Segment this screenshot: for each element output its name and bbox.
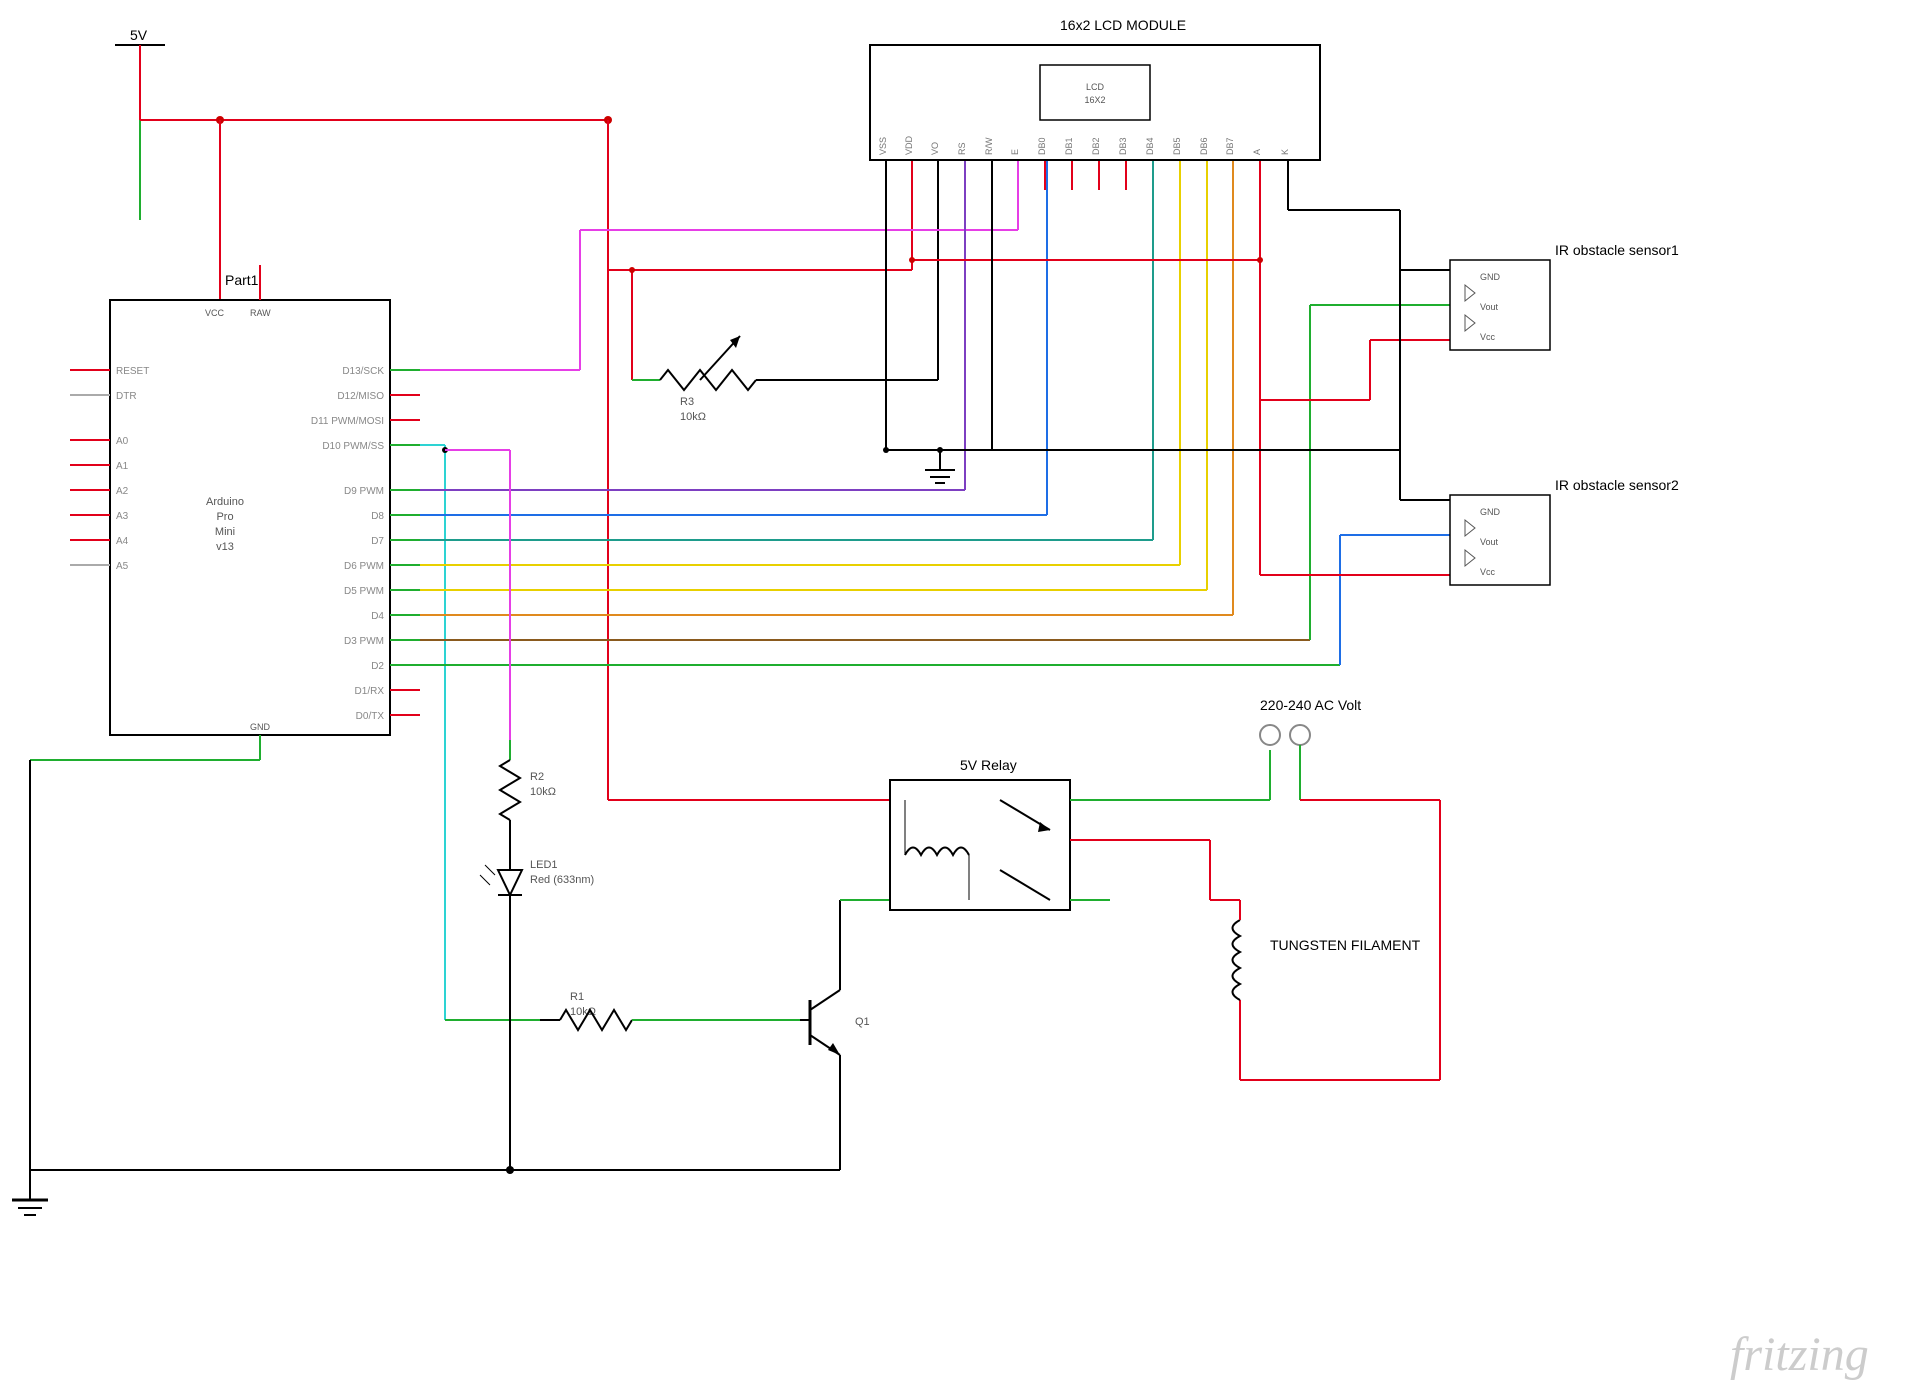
ir2-title: IR obstacle sensor2 [1555,477,1679,493]
svg-text:A4: A4 [116,536,129,547]
svg-text:D11 PWM/MOSI: D11 PWM/MOSI [311,416,384,427]
r3-pot: R3 10kΩ [632,336,770,423]
svg-text:A0: A0 [116,436,129,447]
svg-text:D5 PWM: D5 PWM [344,586,384,597]
ir2-vout: Vout [1480,537,1499,547]
svg-text:Red (633nm): Red (633nm) [530,874,594,886]
label-5v: 5V [130,27,148,43]
svg-text:D9 PWM: D9 PWM [344,486,384,497]
svg-text:D4: D4 [371,611,384,622]
ir1-gnd: GND [1480,272,1501,282]
svg-text:A3: A3 [116,511,129,522]
svg-text:R1: R1 [570,991,584,1003]
svg-text:D8: D8 [371,511,384,522]
svg-text:D13/SCK: D13/SCK [342,366,384,377]
svg-text:DB6: DB6 [1199,137,1209,155]
svg-text:A: A [1252,149,1262,155]
svg-text:VO: VO [930,142,940,155]
ir1-title: IR obstacle sensor1 [1555,242,1679,258]
r1-q1: R1 10kΩ Q1 [540,900,890,1170]
ac-label: 220-240 AC Volt [1260,697,1361,713]
svg-text:DB1: DB1 [1064,137,1074,155]
filament-label: TUNGSTEN FILAMENT [1270,937,1421,953]
ir2-vcc: Vcc [1480,567,1496,577]
svg-text:RESET: RESET [116,366,149,377]
svg-text:DB0: DB0 [1037,137,1047,155]
lcd-inner1: LCD [1086,82,1105,92]
svg-text:VDD: VDD [904,135,914,155]
svg-text:A2: A2 [116,486,129,497]
ir2-gnd: GND [1480,507,1501,517]
pin-raw: RAW [250,308,271,318]
svg-text:R2: R2 [530,771,544,783]
pin-gnd: GND [250,722,271,732]
svg-text:D6 PWM: D6 PWM [344,561,384,572]
ir1-vout: Vout [1480,302,1499,312]
svg-text:DB5: DB5 [1172,137,1182,155]
arduino-right-pins: D13/SCK D12/MISO D11 PWM/MOSI D10 PWM/SS… [311,366,385,722]
svg-text:DB2: DB2 [1091,137,1101,155]
part-label: Part1 [225,272,259,288]
lcd-title: 16x2 LCD MODULE [1060,17,1186,33]
svg-text:LED1: LED1 [530,859,558,871]
svg-text:R3: R3 [680,396,694,408]
svg-text:K: K [1280,149,1290,155]
svg-text:D12/MISO: D12/MISO [337,391,384,402]
svg-text:D7: D7 [371,536,384,547]
svg-text:DB4: DB4 [1145,137,1155,155]
watermark: fritzing [1730,1328,1869,1381]
svg-text:D10 PWM/SS: D10 PWM/SS [322,441,384,452]
lcd-pins: VSS VDD VO RS R/W E DB0 DB1 DB2 DB3 DB4 … [878,135,1290,155]
svg-text:Q1: Q1 [855,1016,870,1028]
svg-text:D1/RX: D1/RX [355,686,385,697]
svg-text:10kΩ: 10kΩ [680,411,706,423]
ir1-vcc: Vcc [1480,332,1496,342]
chip-l3: Mini [215,526,235,538]
pin-vcc: VCC [205,308,225,318]
svg-text:E: E [1010,149,1020,155]
svg-text:D3 PWM: D3 PWM [344,636,384,647]
svg-text:A1: A1 [116,461,129,472]
svg-text:DB7: DB7 [1225,137,1235,155]
svg-text:A5: A5 [116,561,129,572]
svg-text:VSS: VSS [878,137,888,155]
svg-text:DB3: DB3 [1118,137,1128,155]
relay-label: 5V Relay [960,757,1017,773]
chip-l4: v13 [216,541,234,553]
svg-text:D0/TX: D0/TX [356,711,385,722]
chip-l2: Pro [216,511,233,523]
svg-text:10kΩ: 10kΩ [530,786,556,798]
lcd-inner2: 16X2 [1084,95,1105,105]
svg-text:D2: D2 [371,661,384,672]
svg-text:R/W: R/W [984,137,994,155]
chip-l1: Arduino [206,496,244,508]
svg-text:RS: RS [957,142,967,155]
r2-led: R2 10kΩ LED1 Red (633nm) [480,740,594,1170]
svg-text:DTR: DTR [116,391,137,402]
